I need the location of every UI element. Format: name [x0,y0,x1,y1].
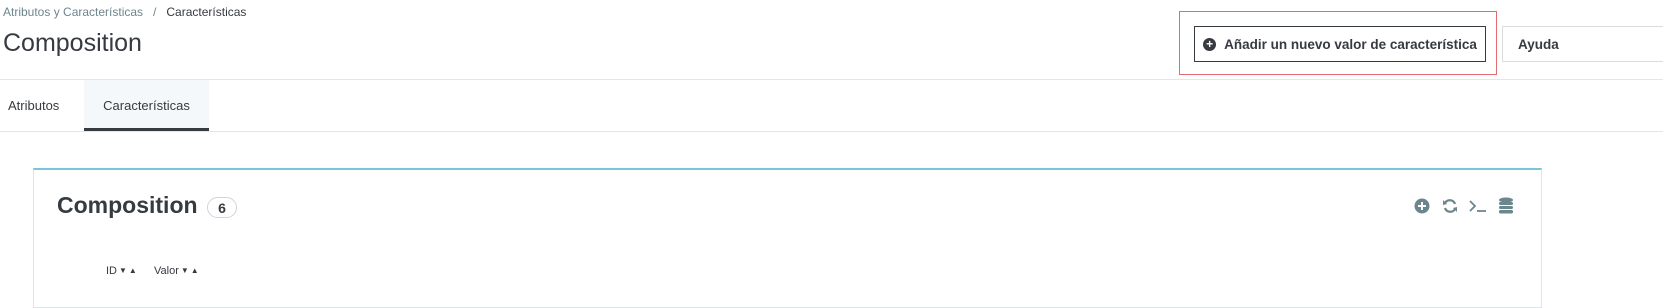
tabs: Atributos Características [0,80,209,131]
caret-up-icon[interactable]: ▲ [129,267,137,275]
panel-title: Composition [57,192,198,218]
tabs-divider [0,131,1663,132]
caret-down-icon[interactable]: ▼ [119,267,127,275]
column-header-id-label: ID [106,265,117,277]
add-new-icon[interactable] [1413,197,1431,215]
breadcrumb-separator: / [153,5,157,19]
add-feature-value-button[interactable]: + Añadir un nuevo valor de característic… [1194,26,1486,62]
tab-features-label: Características [103,98,190,113]
caret-up-icon[interactable]: ▲ [191,267,199,275]
terminal-icon[interactable] [1469,197,1487,215]
feature-values-panel: Composition 6 ID ▼ ▲ Valor ▼ ▲ [33,168,1542,308]
breadcrumb: Atributos y Características / Caracterís… [3,5,246,19]
add-feature-value-label: Añadir un nuevo valor de característica [1224,36,1477,52]
database-icon[interactable] [1497,197,1515,215]
column-header-value: Valor ▼ ▲ [154,265,199,277]
column-header-value-label: Valor [154,265,179,277]
count-badge: 6 [207,197,237,218]
tab-features[interactable]: Características [84,80,209,131]
page-title: Composition [3,29,142,57]
tab-attributes-label: Atributos [8,98,60,113]
caret-down-icon[interactable]: ▼ [181,267,189,275]
help-label: Ayuda [1518,36,1559,52]
breadcrumb-parent-link[interactable]: Atributos y Características [3,5,143,19]
plus-circle-icon: + [1203,37,1217,51]
help-button[interactable]: Ayuda [1502,26,1663,62]
breadcrumb-current: Características [166,5,247,19]
tab-attributes[interactable]: Atributos [0,80,84,131]
refresh-icon[interactable] [1441,197,1459,215]
column-header-id: ID ▼ ▲ [106,265,137,277]
header-divider [0,79,1663,80]
